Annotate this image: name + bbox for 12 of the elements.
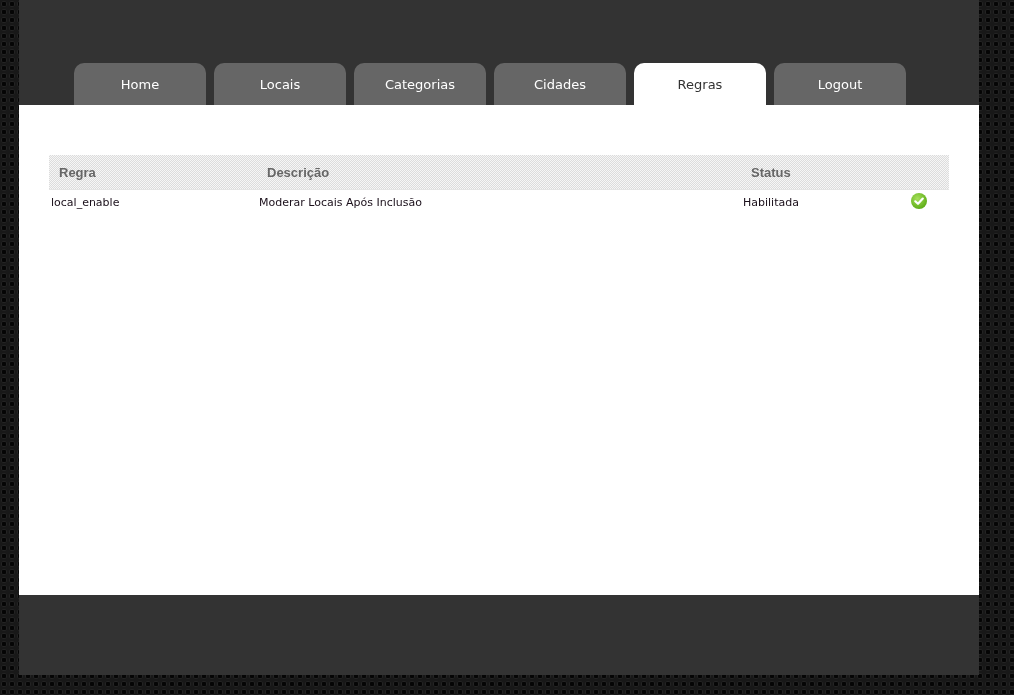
column-header: Regra: [59, 165, 96, 180]
nav-tab[interactable]: Logout: [774, 63, 906, 105]
nav-tab[interactable]: Regras: [634, 63, 766, 105]
table-cell: Habilitada: [743, 196, 799, 209]
table-cell: Moderar Locais Após Inclusão: [259, 196, 422, 209]
column-header: Status: [751, 165, 791, 180]
nav-tab[interactable]: Cidades: [494, 63, 626, 105]
column-header: Descrição: [267, 165, 330, 180]
nav-tab[interactable]: Categorias: [354, 63, 486, 105]
nav-tab[interactable]: Home: [74, 63, 206, 105]
table-cell: local_enable: [51, 196, 120, 209]
nav-tab[interactable]: Locais: [214, 63, 346, 105]
